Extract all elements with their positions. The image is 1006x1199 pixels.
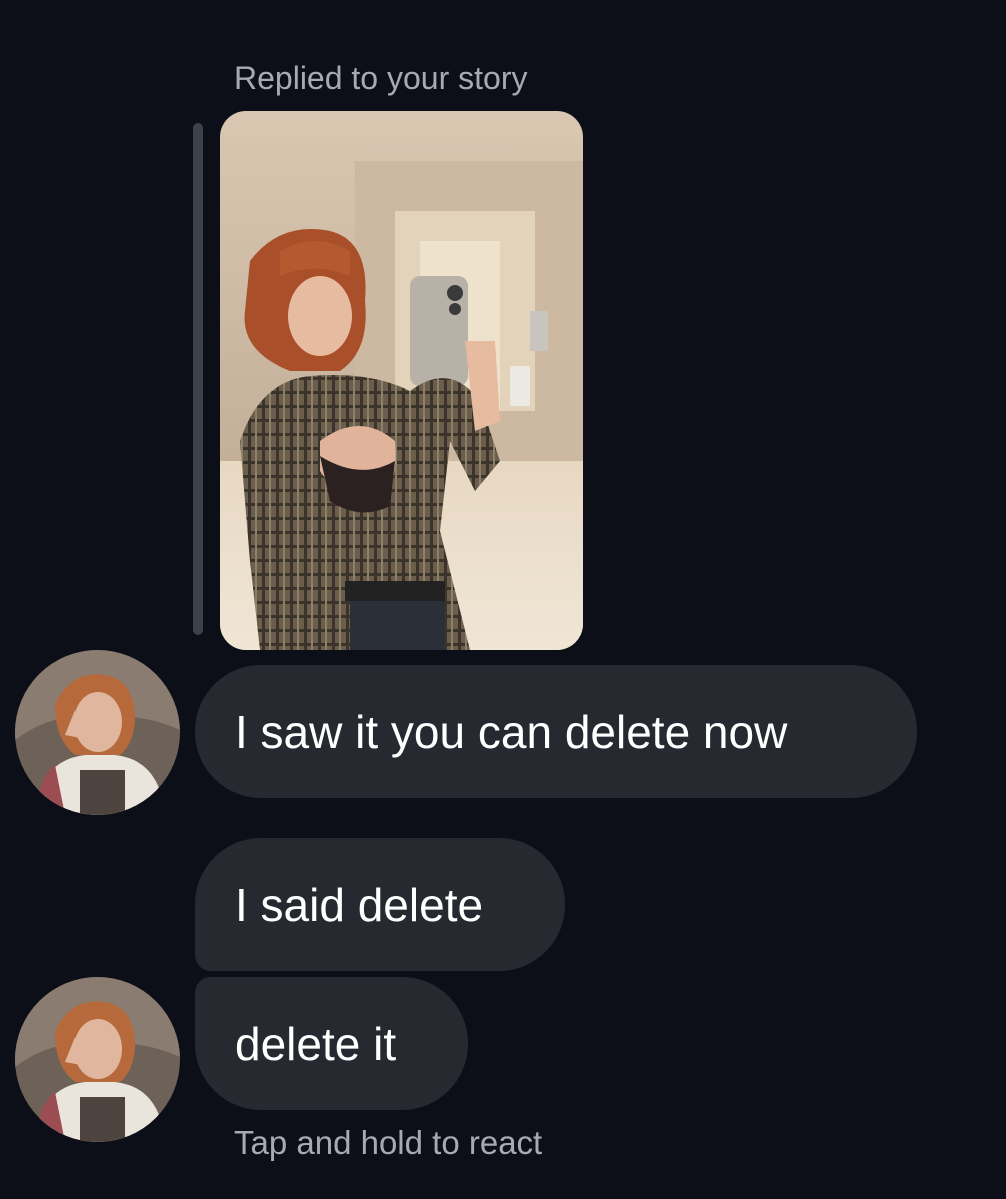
sender-avatar[interactable] bbox=[15, 650, 180, 815]
react-hint-text: Tap and hold to react bbox=[234, 1124, 543, 1161]
story-thumbnail[interactable] bbox=[220, 111, 583, 650]
avatar-photo-icon bbox=[15, 650, 180, 815]
sender-avatar[interactable] bbox=[15, 977, 180, 1142]
message-text: I said delete bbox=[235, 878, 484, 931]
message-bubble[interactable]: I saw it you can delete now bbox=[195, 665, 917, 798]
message-text: I saw it you can delete now bbox=[235, 705, 788, 758]
message-text: delete it bbox=[235, 1017, 397, 1070]
story-photo-icon bbox=[220, 111, 583, 650]
message-bubble[interactable]: delete it bbox=[195, 977, 468, 1110]
chat-screen: Replied to your story I saw it you can d… bbox=[0, 0, 1006, 1199]
message-bubble[interactable]: I said delete bbox=[195, 838, 565, 971]
reply-indicator-bar bbox=[193, 123, 203, 635]
avatar-photo-icon bbox=[15, 977, 180, 1142]
story-reply-label: Replied to your story bbox=[234, 60, 528, 96]
